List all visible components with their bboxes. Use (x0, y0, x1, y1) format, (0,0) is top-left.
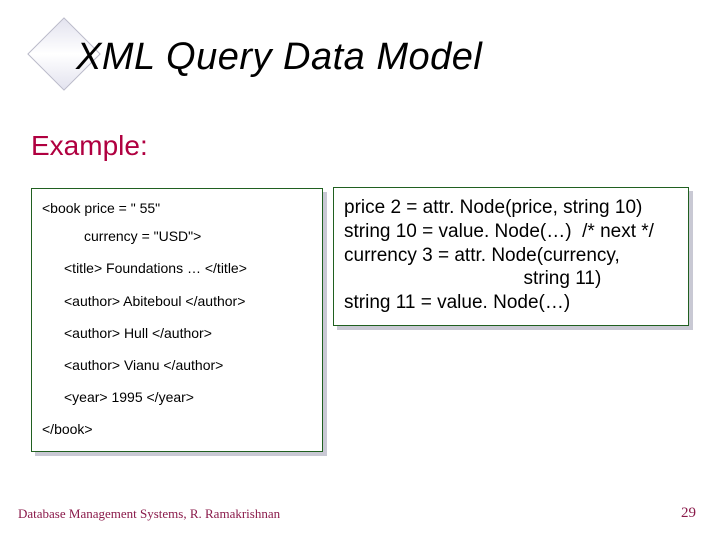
xml-panel: <book price = " 55" currency = "USD"> <t… (31, 188, 323, 452)
slide: XML Query Data Model Example: <book pric… (0, 0, 720, 540)
xml-line: <author> Vianu </author> (42, 356, 312, 374)
code-line: string 11) (344, 267, 678, 291)
xml-example-box: <book price = " 55" currency = "USD"> <t… (31, 188, 323, 452)
code-panel: price 2 = attr. Node(price, string 10) s… (333, 187, 689, 326)
xml-line: </book> (42, 420, 312, 438)
xml-line: <title> Foundations … </title> (42, 259, 312, 277)
page-number: 29 (681, 505, 696, 522)
code-line: price 2 = attr. Node(price, string 10) (344, 196, 678, 220)
xml-line: <author> Abiteboul </author> (42, 292, 312, 310)
footer-attribution: Database Management Systems, R. Ramakris… (18, 506, 280, 522)
example-heading: Example: (31, 130, 148, 162)
code-line: currency 3 = attr. Node(currency, (344, 244, 678, 268)
code-line: string 11 = value. Node(…) (344, 291, 678, 315)
code-box: price 2 = attr. Node(price, string 10) s… (333, 187, 689, 326)
xml-line: <year> 1995 </year> (42, 388, 312, 406)
slide-title: XML Query Data Model (76, 36, 482, 79)
xml-line: <book price = " 55" (42, 199, 312, 217)
xml-line: <author> Hull </author> (42, 324, 312, 342)
code-line: string 10 = value. Node(…) /* next */ (344, 220, 678, 244)
xml-line: currency = "USD"> (42, 227, 312, 245)
